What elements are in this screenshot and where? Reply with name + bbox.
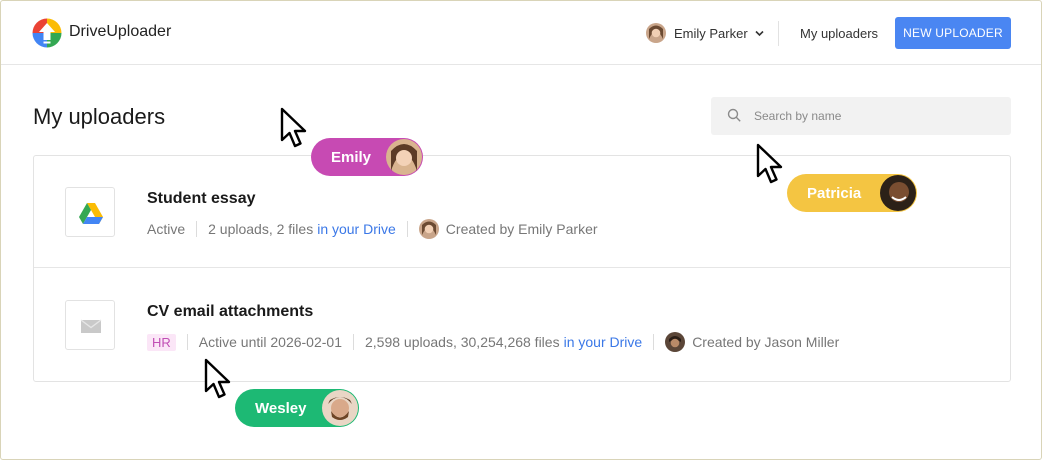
collaborator-avatar	[386, 139, 422, 175]
user-name: Emily Parker	[674, 25, 748, 41]
user-avatar	[646, 23, 666, 43]
uploader-meta: HR Active until 2026-02-01 2,598 uploads…	[147, 331, 839, 353]
creator-avatar	[665, 332, 686, 352]
collaborator-name: Patricia	[807, 184, 862, 202]
my-uploaders-link[interactable]: My uploaders	[800, 26, 878, 41]
collaborator-avatar	[322, 390, 358, 426]
cursor-arrow-icon	[756, 143, 783, 184]
uploader-title[interactable]: Student essay	[147, 190, 255, 208]
creator-avatar	[418, 219, 439, 239]
uploader-status: Active until 2026-02-01	[198, 334, 342, 350]
uploader-icon-box	[65, 187, 115, 237]
uploader-creator: Created by Jason Miller	[692, 334, 840, 350]
driveuploader-logo-icon[interactable]	[32, 18, 62, 48]
collaborator-pill-wesley: Wesley	[235, 389, 359, 427]
drive-link[interactable]: in your Drive	[564, 334, 643, 350]
header-divider	[778, 21, 779, 46]
brand-name: DriveUploader	[69, 23, 172, 40]
uploader-row[interactable]: CV email attachments HR Active until 202…	[34, 269, 1010, 381]
collaborator-pill-patricia: Patricia	[787, 174, 917, 212]
collaborator-avatar	[880, 175, 916, 211]
collaborator-name: Emily	[331, 148, 372, 166]
uploader-creator: Created by Emily Parker	[445, 221, 598, 237]
collaborator-pill-emily: Emily	[311, 138, 423, 176]
user-menu[interactable]: Emily Parker	[646, 22, 764, 44]
uploader-icon-box	[65, 300, 115, 350]
search-input[interactable]	[754, 106, 994, 126]
email-envelope-icon	[80, 319, 102, 333]
uploader-tag[interactable]: HR	[147, 333, 176, 351]
uploader-title[interactable]: CV email attachments	[147, 303, 313, 321]
meta-divider	[196, 221, 198, 237]
meta-divider	[406, 221, 408, 237]
drive-link[interactable]: in your Drive	[317, 221, 396, 237]
collaborator-name: Wesley	[255, 399, 307, 417]
uploader-counts: 2,598 uploads, 30,254,268 files	[364, 334, 560, 350]
uploader-meta: Active 2 uploads, 2 files in your Drive …	[147, 218, 598, 240]
meta-divider	[186, 334, 188, 350]
google-drive-icon	[79, 203, 103, 224]
app-window: DriveUploader Emily Parker My uploaders …	[0, 0, 1042, 460]
new-uploader-button[interactable]: NEW UPLOADER	[895, 17, 1011, 49]
cursor-arrow-icon	[280, 107, 307, 148]
chevron-down-icon	[755, 30, 764, 36]
uploader-counts: 2 uploads, 2 files	[208, 221, 314, 237]
meta-divider	[653, 334, 655, 350]
uploader-row[interactable]: Student essay Active 2 uploads, 2 files …	[34, 156, 1010, 268]
page-title: My uploaders	[33, 104, 166, 129]
cursor-arrow-icon	[204, 358, 231, 399]
search-box[interactable]	[711, 97, 1011, 135]
top-header: DriveUploader Emily Parker My uploaders …	[1, 1, 1041, 65]
search-icon	[727, 108, 741, 122]
meta-divider	[352, 334, 354, 350]
uploader-status: Active	[147, 221, 186, 237]
